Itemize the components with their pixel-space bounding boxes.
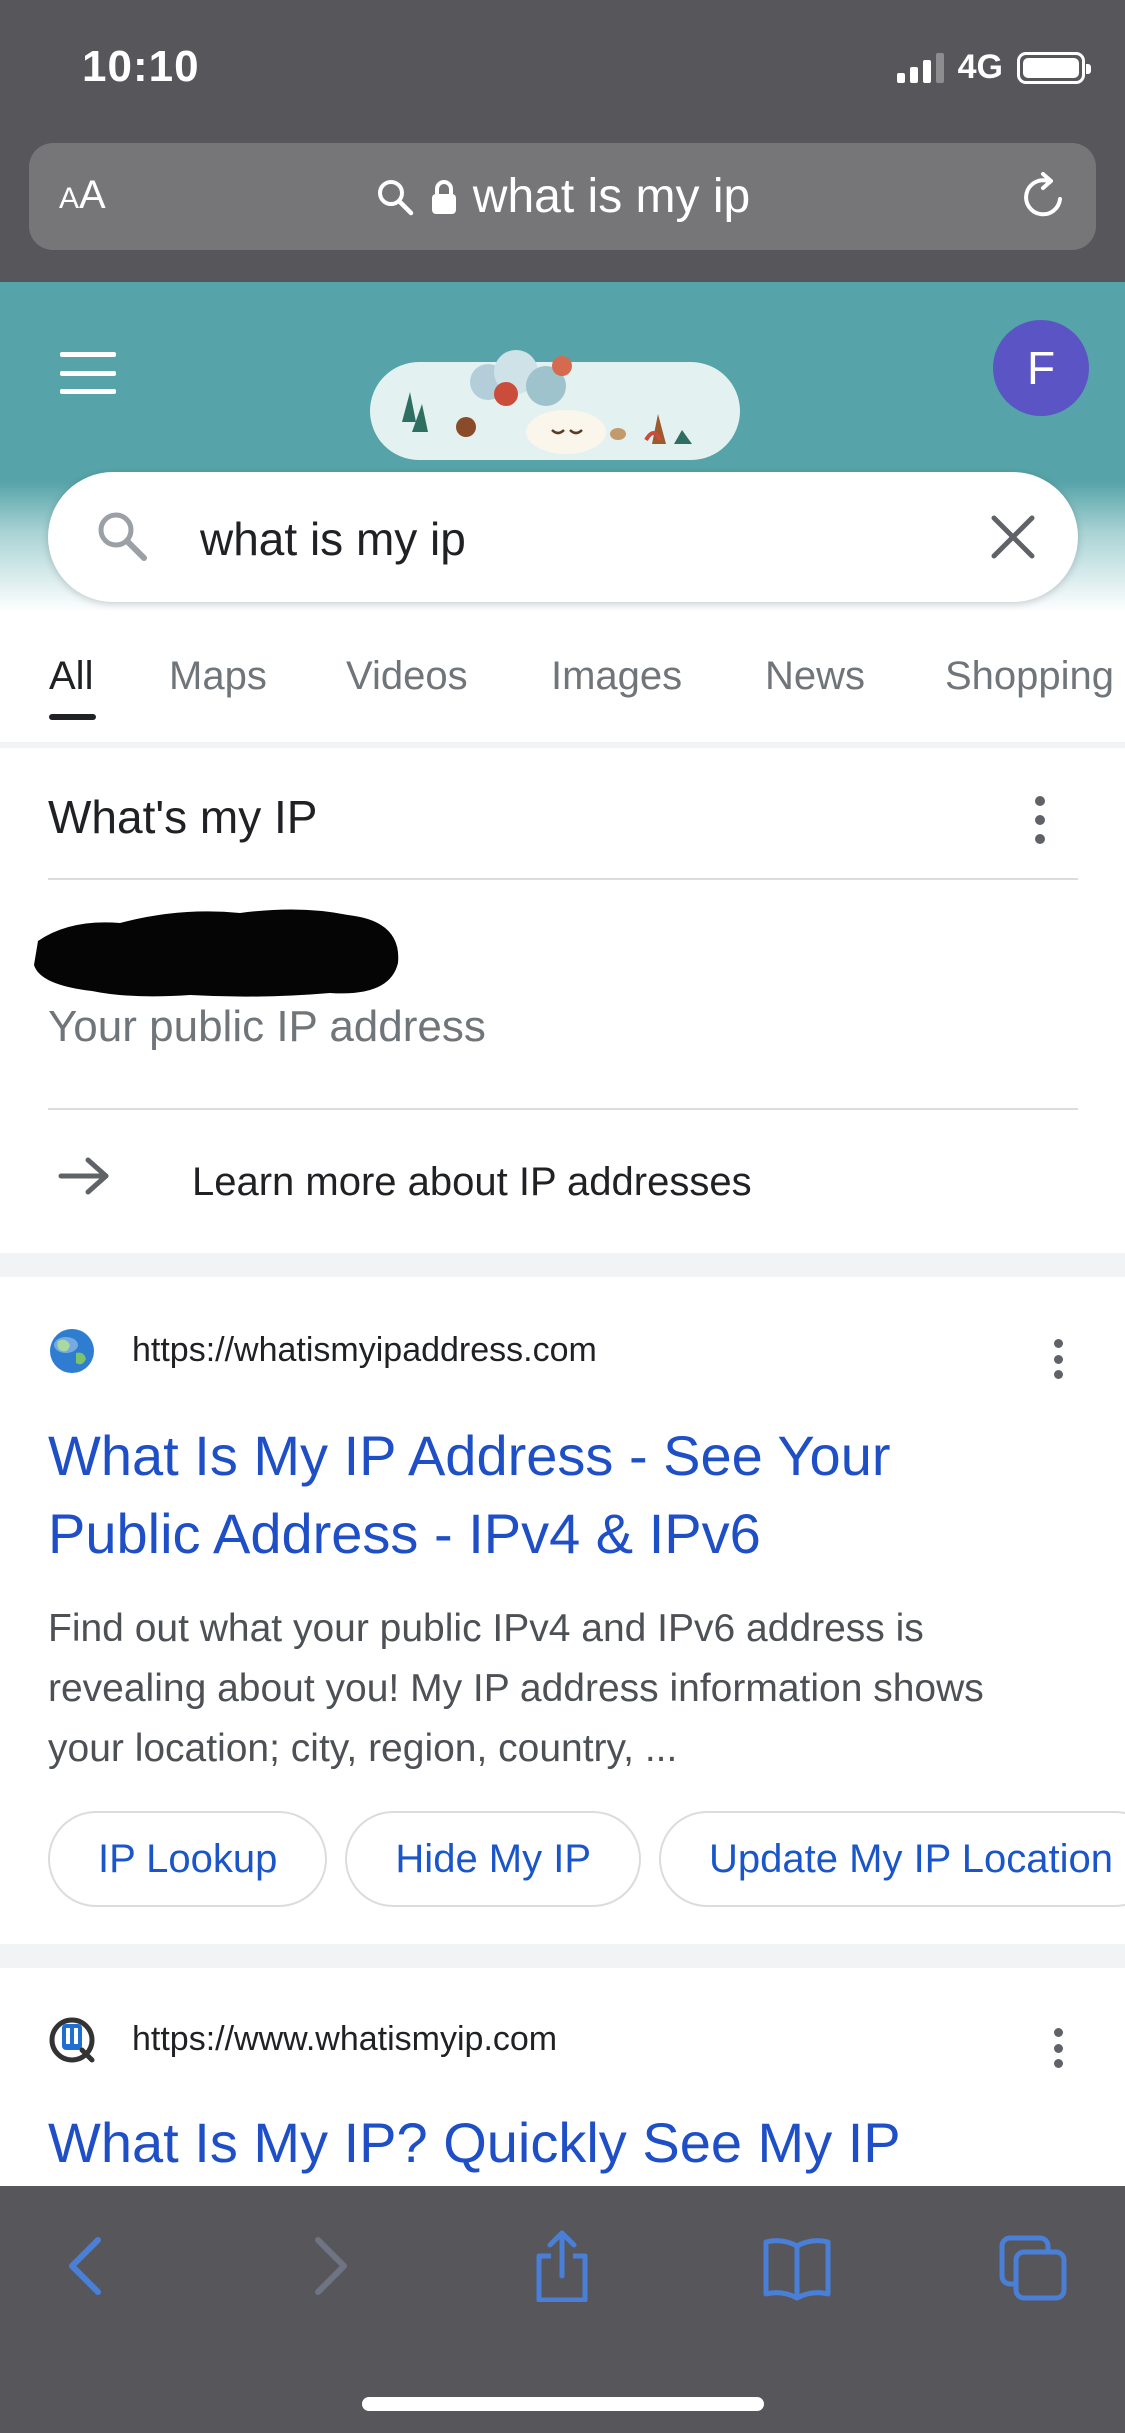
tab-videos[interactable]: Videos xyxy=(346,654,468,699)
section-gap xyxy=(0,1944,1125,1968)
card-subtitle: Your public IP address xyxy=(48,1002,486,1051)
result-url: https://whatismyipaddress.com xyxy=(132,1331,597,1369)
more-options-icon[interactable] xyxy=(1052,2028,1064,2068)
tab-all[interactable]: All xyxy=(49,654,93,699)
more-options-icon[interactable] xyxy=(1052,1339,1064,1379)
snippet-line: revealing about you! My IP address infor… xyxy=(48,1667,984,1710)
search-tabs: All Maps Videos Images News Shopping xyxy=(0,640,1125,740)
cellular-signal-icon xyxy=(896,52,944,83)
section-gap xyxy=(0,1253,1125,1277)
bookmarks-icon[interactable] xyxy=(762,2230,832,2302)
search-result: https://whatismyipaddress.com What Is My… xyxy=(0,1277,1125,1944)
tab-maps[interactable]: Maps xyxy=(169,654,267,699)
tab-shopping[interactable]: Shopping xyxy=(945,654,1114,699)
snippet-line: your location; city, region, country, ..… xyxy=(48,1727,678,1770)
chip-ip-lookup[interactable]: IP Lookup xyxy=(48,1811,328,1907)
home-indicator[interactable] xyxy=(362,2397,764,2411)
result-title-link[interactable]: What Is My IP? Quickly See My IP xyxy=(48,2104,1048,2182)
tab-images[interactable]: Images xyxy=(551,654,682,699)
chip-hide-my-ip[interactable]: Hide My IP xyxy=(345,1811,642,1907)
ip-answer-card: What's my IP Your public IP address Lear… xyxy=(0,748,1125,1253)
result-url: https://www.whatismyip.com xyxy=(132,2020,558,2058)
chip-update-my-ip-location[interactable]: Update My IP Location xyxy=(659,1811,1125,1907)
safari-address-bar[interactable]: AA what is my ip xyxy=(29,143,1096,250)
tabs-icon[interactable] xyxy=(998,2230,1068,2302)
redacted-ip-address xyxy=(34,909,399,997)
google-search-box[interactable]: what is my ip xyxy=(48,472,1078,602)
divider xyxy=(48,1108,1078,1110)
battery-icon xyxy=(1017,51,1091,84)
status-time: 10:10 xyxy=(82,42,200,91)
sitelink-chips: IP Lookup Hide My IP Update My IP Locati… xyxy=(48,1811,1125,1907)
account-avatar[interactable]: F xyxy=(993,320,1089,416)
search-icon xyxy=(377,179,414,215)
divider xyxy=(48,878,1078,880)
address-field[interactable]: what is my ip xyxy=(29,169,1096,224)
safari-bottom-toolbar xyxy=(0,2186,1125,2433)
result-snippet: Find out what your public IPv4 and IPv6 … xyxy=(48,1599,1088,1779)
forward-icon[interactable] xyxy=(294,2230,364,2302)
result-title-link[interactable]: What Is My IP Address - See Your Public … xyxy=(48,1417,1048,1573)
more-options-icon[interactable] xyxy=(1034,796,1046,844)
globe-favicon-icon xyxy=(50,1329,94,1373)
search-input[interactable]: what is my ip xyxy=(200,512,466,566)
network-type: 4G xyxy=(957,48,1003,86)
lock-icon xyxy=(431,179,456,214)
learn-more-link[interactable]: Learn more about IP addresses xyxy=(192,1160,752,1205)
snippet-line: Find out what your public IPv4 and IPv6 … xyxy=(48,1607,924,1650)
result-title-line[interactable]: Public Address - IPv4 & IPv6 xyxy=(48,1495,1048,1573)
google-doodle-logo[interactable] xyxy=(366,322,744,472)
card-title: What's my IP xyxy=(48,791,318,843)
arrow-right-icon[interactable] xyxy=(58,1156,112,1196)
back-icon[interactable] xyxy=(52,2230,122,2302)
search-icon[interactable] xyxy=(90,504,154,568)
clear-icon[interactable] xyxy=(986,510,1040,564)
status-indicators: 4G xyxy=(896,48,1091,87)
share-icon[interactable] xyxy=(527,2230,597,2302)
whatismyip-favicon-icon xyxy=(49,2017,95,2063)
search-result: https://www.whatismyip.com What Is My IP… xyxy=(0,1968,1125,2186)
result-title-line[interactable]: What Is My IP? Quickly See My IP xyxy=(48,2104,1048,2182)
tab-news[interactable]: News xyxy=(765,654,865,699)
menu-icon[interactable] xyxy=(60,352,116,394)
active-tab-indicator xyxy=(49,714,96,720)
result-title-line[interactable]: What Is My IP Address - See Your xyxy=(48,1417,1048,1495)
address-text: what is my ip xyxy=(472,170,751,223)
reload-icon[interactable] xyxy=(1016,169,1072,225)
safari-top-chrome: 10:10 4G AA what is my ip xyxy=(0,0,1125,282)
